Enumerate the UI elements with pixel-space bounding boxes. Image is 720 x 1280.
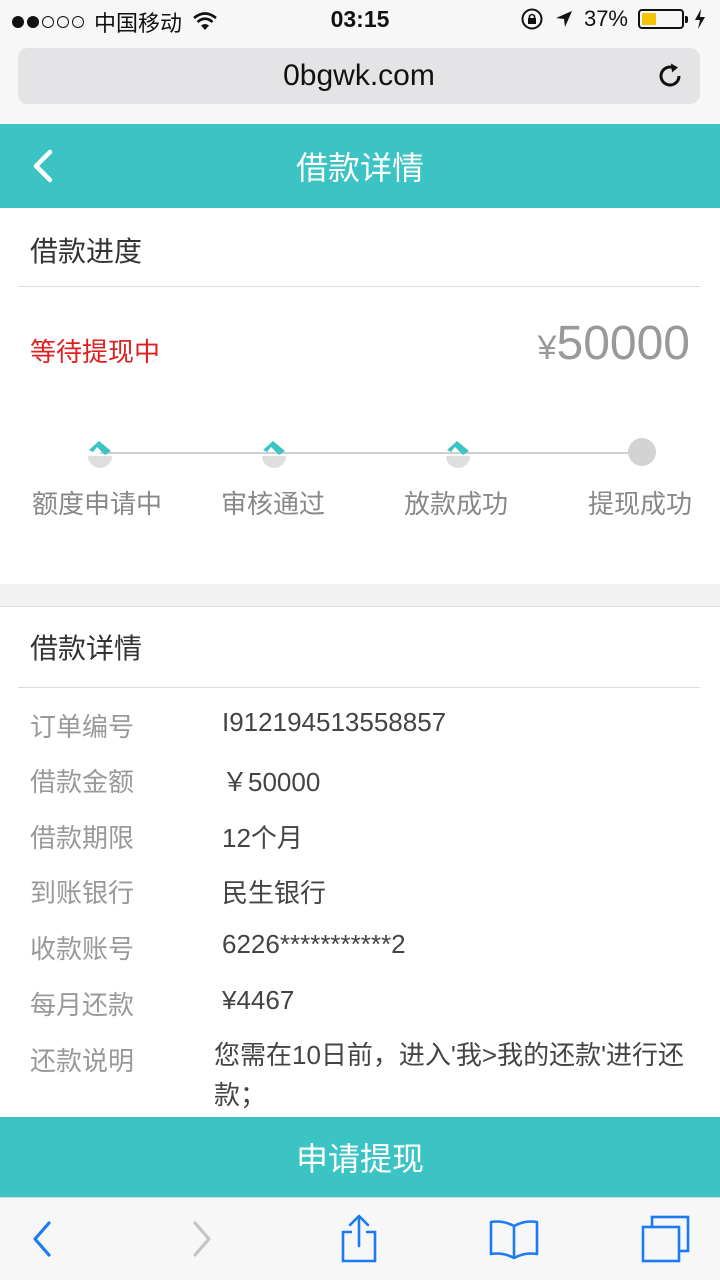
page-header: 借款详情: [0, 124, 720, 208]
step-done-icon: [262, 441, 286, 468]
detail-label: 还款说明: [30, 1046, 135, 1076]
loan-progress-card: 借款进度 等待提现中 ¥50000 额度申请中 审核通过 放款成功 提现成功: [0, 208, 720, 584]
detail-label: 订单编号: [30, 712, 135, 742]
detail-label: 到账银行: [30, 878, 135, 908]
receiving-bank: 民生银行: [222, 878, 327, 908]
reload-icon[interactable]: [654, 60, 686, 92]
address-bar[interactable]: 0bgwk.com: [18, 48, 700, 104]
battery-icon: [638, 9, 688, 29]
loan-details-card: 借款详情 订单编号 I912194513558857 借款金额 ￥50000 借…: [0, 606, 720, 1126]
repayment-note: 您需在10日前，进入'我>我的还款'进行还款；: [214, 1040, 685, 1110]
browser-back-icon[interactable]: [16, 1214, 68, 1264]
loan-term: 12个月: [222, 823, 303, 853]
apply-withdraw-button[interactable]: 申请提现: [0, 1117, 720, 1197]
page-title: 借款详情: [295, 150, 424, 186]
orientation-lock-icon: [521, 8, 543, 30]
step-label: 放款成功: [404, 489, 509, 519]
step-done-icon: [446, 441, 470, 468]
divider: [18, 286, 700, 287]
browser-forward-icon[interactable]: [176, 1214, 228, 1264]
progress-section-title: 借款进度: [30, 236, 143, 267]
account-number: 6226***********2: [222, 929, 406, 959]
divider: [18, 687, 700, 688]
detail-label: 每月还款: [30, 990, 135, 1020]
currency-symbol: ¥: [537, 329, 557, 367]
loan-amount: ¥50000: [538, 316, 690, 371]
charging-icon: [695, 9, 705, 29]
order-number: I912194513558857: [222, 707, 447, 737]
url-text: 0bgwk.com: [283, 59, 435, 92]
detail-label: 借款金额: [30, 767, 135, 797]
step-label: 审核通过: [221, 489, 326, 519]
step-label: 额度申请中: [32, 489, 163, 519]
location-icon: [555, 11, 572, 27]
detail-label: 收款账号: [30, 934, 135, 964]
details-section-title: 借款详情: [30, 633, 143, 664]
bookmarks-icon[interactable]: [488, 1214, 540, 1264]
step-done-icon: [88, 441, 112, 468]
detail-label: 借款期限: [30, 823, 135, 853]
browser-address-area: 0bgwk.com: [0, 40, 720, 124]
status-right: 37%: [520, 6, 706, 32]
loan-amount-value: ￥50000: [222, 767, 321, 797]
step-label: 提现成功: [588, 489, 693, 519]
monthly-repayment: ¥4467: [222, 985, 295, 1015]
loan-status: 等待提现中: [30, 337, 161, 367]
tabs-icon[interactable]: [640, 1214, 692, 1264]
share-icon[interactable]: [333, 1214, 385, 1264]
progress-track: [100, 452, 642, 454]
amount-value: 50000: [556, 317, 690, 370]
battery-percent: 37%: [583, 6, 628, 31]
back-arrow-icon[interactable]: [28, 148, 58, 184]
step-pending-dot: [628, 438, 656, 466]
browser-toolbar: [0, 1197, 720, 1280]
status-bar: 中国移动 03:15 37%: [0, 0, 720, 40]
